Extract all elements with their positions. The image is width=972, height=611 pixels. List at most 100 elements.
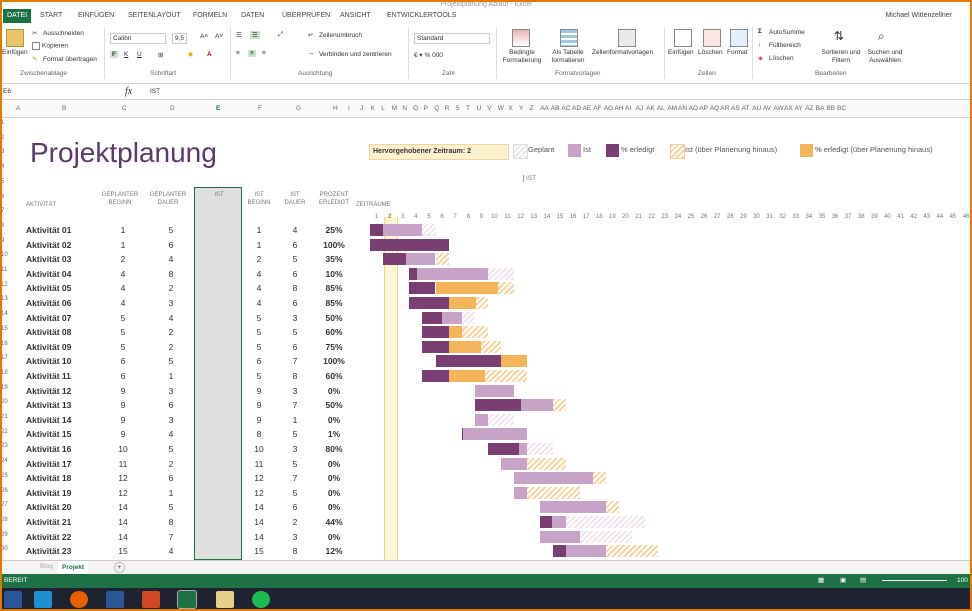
merge-center-button[interactable]: ⇔ Verbinden und zentrieren [308, 50, 392, 59]
activity-name[interactable]: Aktivität 16 [26, 442, 71, 456]
actual-duration[interactable]: 4 [280, 223, 310, 237]
planned-start[interactable]: 11 [108, 457, 138, 471]
clear-button[interactable]: ◈ Löschen [758, 54, 794, 63]
column-header-g[interactable]: G [296, 105, 301, 112]
column-header-aa[interactable]: AA [540, 105, 549, 112]
column-header-y[interactable]: Y [519, 105, 523, 112]
tab-page-layout[interactable]: SEITENLAYOUT [128, 9, 181, 23]
font-name-select[interactable]: Calibri [110, 33, 166, 44]
currency-icon[interactable]: € ▾ % 000 [414, 51, 443, 59]
column-header-m[interactable]: M [392, 105, 397, 112]
zoom-slider[interactable] [882, 580, 947, 581]
planned-start[interactable]: 9 [108, 427, 138, 441]
activity-name[interactable]: Aktivität 08 [26, 325, 71, 339]
column-header-bc[interactable]: BC [837, 105, 846, 112]
percent-complete[interactable]: 12% [314, 544, 354, 558]
activity-name[interactable]: Aktivität 09 [26, 340, 71, 354]
row-header[interactable]: 11 [1, 267, 7, 273]
column-header-ai[interactable]: AI [625, 105, 631, 112]
planned-start[interactable]: 6 [108, 369, 138, 383]
actual-start[interactable]: 4 [244, 296, 274, 310]
row-header[interactable]: 23 [1, 443, 8, 449]
column-header-f[interactable]: F [258, 105, 262, 112]
planned-duration[interactable]: 3 [156, 384, 186, 398]
row-header[interactable]: 8 [1, 223, 4, 229]
percent-complete[interactable]: 75% [314, 340, 354, 354]
percent-complete[interactable]: 85% [314, 281, 354, 295]
planned-start[interactable]: 14 [108, 530, 138, 544]
row-header[interactable]: 28 [1, 517, 8, 523]
actual-start[interactable]: 4 [244, 267, 274, 281]
actual-duration[interactable]: 8 [280, 369, 310, 383]
actual-duration[interactable]: 7 [280, 398, 310, 412]
planned-duration[interactable]: 2 [156, 340, 186, 354]
fx-icon[interactable]: fx [125, 86, 132, 97]
cut-button[interactable]: ✂ Ausschneiden [32, 29, 84, 38]
insert-cells-icon[interactable] [674, 29, 692, 47]
row-header[interactable]: 27 [1, 502, 8, 508]
column-header-ay[interactable]: AY [795, 105, 803, 112]
column-header-ar[interactable]: AR [720, 105, 729, 112]
explorer-icon[interactable] [216, 591, 234, 608]
powerpoint-icon[interactable] [142, 591, 160, 608]
column-header-am[interactable]: AM [667, 105, 677, 112]
borders-icon[interactable]: ⊞ [158, 51, 163, 59]
activity-name[interactable]: Aktivität 17 [26, 457, 71, 471]
planned-start[interactable]: 6 [108, 354, 138, 368]
actual-start[interactable]: 5 [244, 325, 274, 339]
conditional-format-icon[interactable] [512, 29, 530, 47]
shrink-font-icon[interactable]: A˅ [215, 33, 223, 40]
fill-color-icon[interactable]: ◆ [188, 50, 193, 58]
name-box[interactable]: E6 [3, 88, 73, 95]
activity-name[interactable]: Aktivität 13 [26, 398, 71, 412]
actual-duration[interactable]: 3 [280, 442, 310, 456]
row-header[interactable]: 4 [1, 164, 4, 170]
planned-start[interactable]: 5 [108, 340, 138, 354]
planned-start[interactable]: 15 [108, 544, 138, 558]
actual-duration[interactable]: 5 [280, 486, 310, 500]
percent-complete[interactable]: 80% [314, 442, 354, 456]
column-header-ap[interactable]: AP [699, 105, 708, 112]
tab-formulas[interactable]: FORMELN [193, 9, 227, 23]
delete-cells-button[interactable]: Löschen [698, 49, 723, 56]
percent-complete[interactable]: 0% [314, 530, 354, 544]
conditional-format-button[interactable]: Bedingte Formatierung [500, 49, 544, 65]
format-cells-icon[interactable] [730, 29, 748, 47]
planned-duration[interactable]: 2 [156, 457, 186, 471]
planned-start[interactable]: 1 [108, 238, 138, 252]
actual-duration[interactable]: 6 [280, 340, 310, 354]
planned-duration[interactable]: 8 [156, 515, 186, 529]
planned-duration[interactable]: 1 [156, 486, 186, 500]
actual-start[interactable]: 12 [244, 486, 274, 500]
column-header-j[interactable]: J [360, 105, 363, 112]
activity-name[interactable]: Aktivität 21 [26, 515, 71, 529]
activity-name[interactable]: Aktivität 12 [26, 384, 71, 398]
column-header-d[interactable]: D [170, 105, 175, 112]
actual-start[interactable]: 9 [244, 384, 274, 398]
row-header[interactable]: 15 [1, 326, 8, 332]
column-header-as[interactable]: AS [731, 105, 740, 112]
format-painter-button[interactable]: ✎ Format übertragen [32, 55, 97, 64]
activity-name[interactable]: Aktivität 15 [26, 427, 71, 441]
actual-start[interactable]: 14 [244, 515, 274, 529]
column-header-aj[interactable]: AJ [636, 105, 644, 112]
wrap-text-button[interactable]: ↵ Zeilenumbruch [308, 31, 362, 40]
row-header[interactable]: 20 [1, 399, 8, 405]
actual-start[interactable]: 5 [244, 369, 274, 383]
paste-icon[interactable] [6, 29, 24, 47]
actual-duration[interactable]: 8 [280, 281, 310, 295]
delete-cells-icon[interactable] [703, 29, 721, 47]
percent-complete[interactable]: 0% [314, 471, 354, 485]
activity-name[interactable]: Aktivität 23 [26, 544, 71, 558]
column-header-v[interactable]: V [487, 105, 491, 112]
cell-styles-button[interactable]: Zellenformatvorlagen [592, 49, 653, 56]
planned-start[interactable]: 9 [108, 413, 138, 427]
column-header-aw[interactable]: AW [773, 105, 783, 112]
activity-name[interactable]: Aktivität 05 [26, 281, 71, 295]
activity-name[interactable]: Aktivität 04 [26, 267, 71, 281]
column-header-aq[interactable]: AQ [710, 105, 719, 112]
column-header-h[interactable]: H [333, 105, 338, 112]
actual-start[interactable]: 2 [244, 252, 274, 266]
column-header-z[interactable]: Z [530, 105, 534, 112]
row-header[interactable]: 26 [1, 488, 8, 494]
